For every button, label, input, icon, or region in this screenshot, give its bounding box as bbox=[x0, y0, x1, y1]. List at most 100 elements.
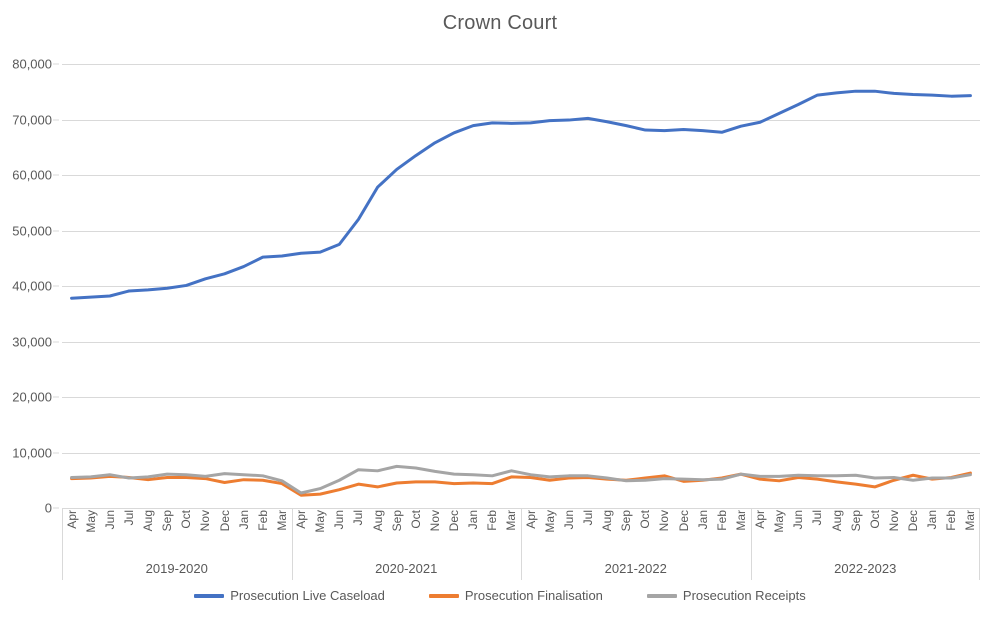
legend-color-swatch bbox=[646, 593, 677, 598]
x-axis-month-label: Dec bbox=[447, 510, 462, 532]
x-axis-month-tick: Jul bbox=[578, 508, 597, 556]
x-axis-month-tick: Jun bbox=[330, 508, 349, 556]
x-axis-separator bbox=[521, 508, 522, 580]
x-axis-month-label: Jul bbox=[580, 510, 595, 526]
x-axis-month-tick: Sep bbox=[846, 508, 865, 556]
x-axis-month-label: Feb bbox=[714, 510, 729, 531]
x-axis-month-tick: May bbox=[311, 508, 330, 556]
y-axis-tick-label: 70,000 bbox=[12, 112, 52, 127]
x-axis-month-tick: Jun bbox=[100, 508, 119, 556]
series-line bbox=[70, 89, 972, 300]
chart-legend: Prosecution Live Caseload Prosecution Fin… bbox=[0, 588, 1000, 603]
x-axis-month-tick: Mar bbox=[272, 508, 291, 556]
x-axis-month-label: Jun bbox=[332, 510, 347, 530]
x-axis-month-label: Oct bbox=[408, 510, 423, 529]
x-axis-month-tick: Sep bbox=[158, 508, 177, 556]
x-axis-month-tick: May bbox=[81, 508, 100, 556]
x-axis-year-label: 2021-2022 bbox=[604, 560, 667, 576]
legend-item[interactable]: Prosecution Receipts bbox=[646, 588, 806, 603]
y-axis-tick-mark bbox=[53, 341, 59, 342]
y-axis: 80,000 70,000 60,000 50,000 40,000 30,000 20,0… bbox=[0, 57, 59, 516]
y-axis-tick-mark bbox=[53, 285, 59, 287]
x-axis-month-tick: Aug bbox=[139, 508, 158, 556]
x-axis-month-tick: Mar bbox=[961, 508, 980, 556]
x-axis-month-tick: Dec bbox=[215, 508, 234, 556]
x-axis-month-tick: Dec bbox=[904, 508, 923, 556]
x-axis-month-tick: Dec bbox=[445, 508, 464, 556]
x-axis-month-label: Jul bbox=[121, 510, 136, 526]
x-axis-month-tick: Dec bbox=[674, 508, 693, 556]
x-axis-month-tick: Oct bbox=[636, 508, 655, 556]
y-axis-tick-mark bbox=[53, 507, 59, 509]
x-axis-month-tick: May bbox=[770, 508, 789, 556]
x-axis-month-tick: Jan bbox=[693, 508, 712, 556]
x-axis-separator bbox=[291, 508, 293, 580]
x-axis-month-tick: May bbox=[540, 508, 559, 556]
x-axis-month-label: Mar bbox=[274, 510, 289, 531]
x-axis-month-label: Oct bbox=[867, 510, 882, 529]
x-axis: Apr May Jun Jul Aug Sep Oct Nov Dec Jan Feb Mar Apr M… bbox=[62, 508, 980, 580]
x-axis-month-label: Feb bbox=[255, 510, 270, 531]
y-axis-tick-mark bbox=[53, 63, 59, 65]
y-axis-tick-mark bbox=[53, 119, 59, 120]
x-axis-month-tick: Jan bbox=[923, 508, 942, 556]
y-axis-tick-mark bbox=[53, 452, 59, 453]
legend-label: Prosecution Receipts bbox=[682, 588, 806, 603]
x-axis-month-tick: Jun bbox=[559, 508, 578, 556]
x-axis-month-tick: Feb bbox=[483, 508, 502, 556]
x-axis-month-tick: Apr bbox=[751, 508, 770, 556]
x-axis-month-label: Nov bbox=[657, 510, 672, 532]
y-axis-tick-label: 0 bbox=[44, 500, 52, 516]
x-axis-month-tick: Nov bbox=[655, 508, 674, 556]
x-axis-month-label: Jul bbox=[810, 510, 825, 526]
x-axis-month-label: Sep bbox=[619, 510, 634, 532]
x-axis-month-label: Dec bbox=[217, 510, 232, 532]
x-axis-month-label: Oct bbox=[179, 510, 194, 529]
y-axis-tick-label: 30,000 bbox=[12, 334, 52, 349]
y-axis-tick-mark bbox=[53, 396, 59, 398]
x-axis-month-label: Dec bbox=[676, 510, 691, 532]
x-axis-month-tick: Jun bbox=[789, 508, 808, 556]
plot-area bbox=[62, 64, 980, 509]
x-axis-month-tick: Apr bbox=[62, 508, 81, 556]
x-axis-month-label: Aug bbox=[600, 510, 615, 532]
x-axis-separator bbox=[750, 508, 752, 580]
x-axis-month-tick: Aug bbox=[827, 508, 846, 556]
legend-label: Prosecution Finalisation bbox=[464, 588, 603, 603]
legend-color-swatch bbox=[428, 593, 459, 598]
y-axis-tick-mark bbox=[53, 230, 59, 231]
x-axis-month-label: May bbox=[542, 510, 557, 533]
x-axis-month-tick: Jan bbox=[234, 508, 253, 556]
x-axis-month-tick: Mar bbox=[502, 508, 521, 556]
x-axis-year-label: 2022-2023 bbox=[834, 560, 897, 576]
x-axis-month-tick: Feb bbox=[253, 508, 272, 556]
x-axis-month-label: Mar bbox=[733, 510, 748, 531]
x-axis-month-tick: Nov bbox=[196, 508, 215, 556]
x-axis-month-label: Jun bbox=[561, 510, 576, 530]
x-axis-month-label: Aug bbox=[141, 510, 156, 532]
x-axis-month-tick: Apr bbox=[521, 508, 540, 556]
x-axis-month-label: Mar bbox=[963, 510, 978, 531]
x-axis-month-tick: Oct bbox=[406, 508, 425, 556]
legend-item[interactable]: Prosecution Finalisation bbox=[428, 588, 603, 603]
y-axis-tick-mark bbox=[53, 174, 59, 176]
x-axis-month-label: Dec bbox=[906, 510, 921, 532]
x-axis-month-tick: Mar bbox=[731, 508, 750, 556]
x-axis-year-label: 2020-2021 bbox=[375, 560, 438, 576]
x-axis-month-label: Jan bbox=[236, 510, 251, 530]
x-axis-month-tick: Nov bbox=[425, 508, 444, 556]
x-axis-month-tick: Sep bbox=[387, 508, 406, 556]
x-axis-month-label: Mar bbox=[504, 510, 519, 531]
x-axis-month-tick: Aug bbox=[598, 508, 617, 556]
x-axis-month-label: May bbox=[313, 510, 328, 533]
x-axis-month-label: Aug bbox=[829, 510, 844, 532]
x-axis-month-tick: Oct bbox=[865, 508, 884, 556]
legend-item[interactable]: Prosecution Live Caseload bbox=[194, 588, 385, 603]
x-axis-month-tick: Aug bbox=[368, 508, 387, 556]
x-axis-month-label: Sep bbox=[389, 510, 404, 532]
chart-container: Crown Court 80,000 70,000 60,000 50,000 40,0… bbox=[0, 0, 1000, 621]
x-axis-month-label: Aug bbox=[370, 510, 385, 532]
x-axis-month-label: Sep bbox=[160, 510, 175, 532]
y-axis-tick-label: 80,000 bbox=[12, 56, 52, 72]
x-axis-month-label: Feb bbox=[485, 510, 500, 531]
